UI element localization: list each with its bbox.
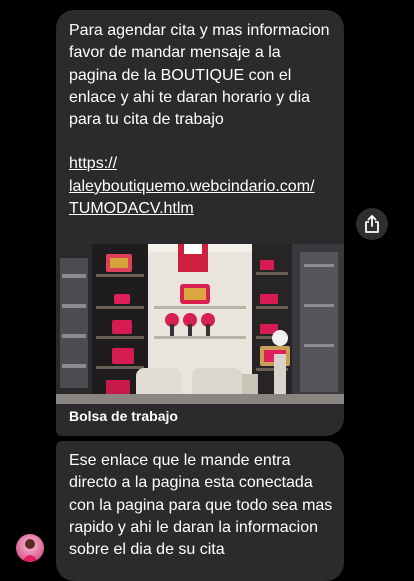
message-text: Para agendar cita y mas informacion favo… [69, 22, 335, 129]
link-preview-image[interactable] [56, 244, 344, 404]
contact-avatar[interactable] [16, 534, 44, 562]
message-bubble-2[interactable]: Ese enlace que le mande entra directo a … [56, 441, 344, 581]
message-text: Ese enlace que le mande entra directo a … [69, 452, 337, 559]
message-bubble-1[interactable]: Para agendar cita y mas informacion favo… [56, 10, 344, 436]
link-preview-title[interactable]: Bolsa de trabajo [69, 408, 178, 424]
share-icon [365, 215, 379, 233]
message-link[interactable]: https:// laleyboutiquemo.webcindario.com… [56, 153, 344, 220]
share-button[interactable] [356, 208, 388, 240]
